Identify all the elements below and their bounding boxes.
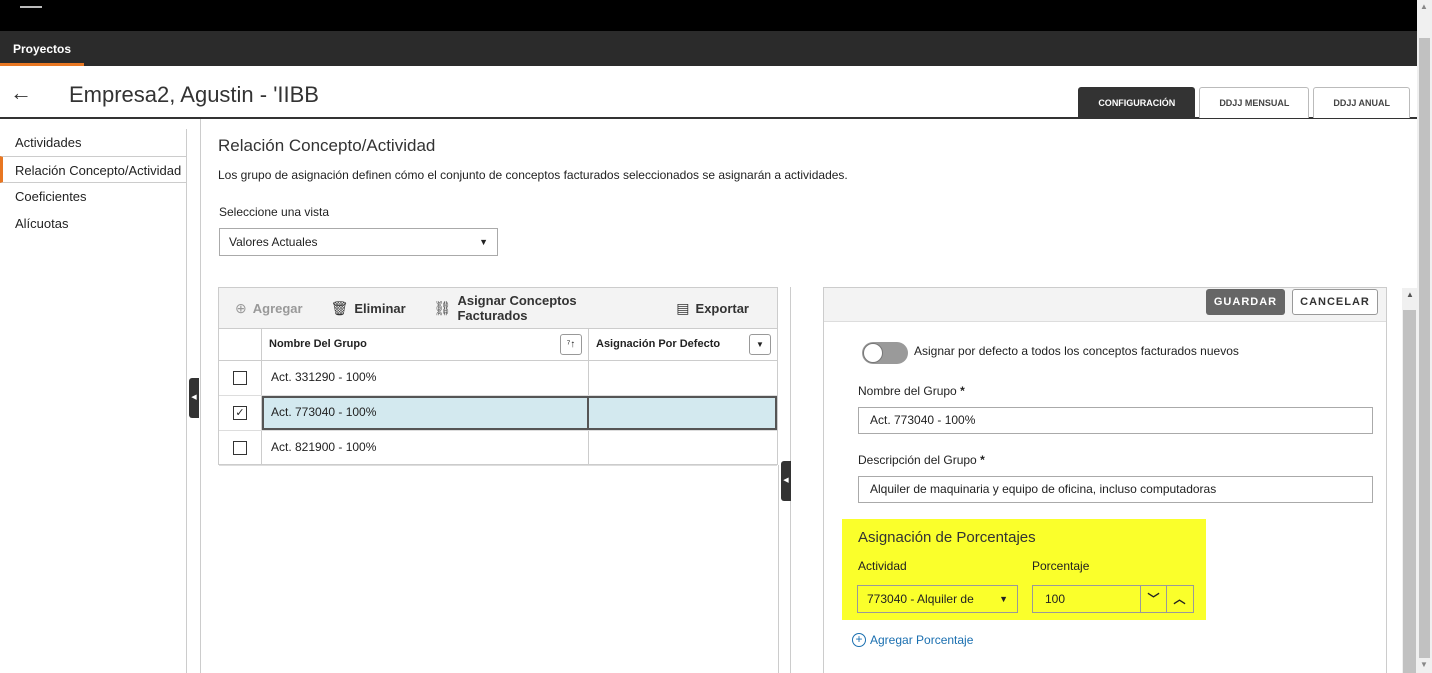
sidebar-item-actividades[interactable]: Actividades — [0, 129, 186, 156]
scroll-up-icon[interactable]: ▲ — [1420, 2, 1428, 11]
view-select-label: Seleccione una vista — [219, 205, 330, 219]
plus-circle-icon: + — [852, 633, 866, 647]
table-row[interactable]: ✓ Act. 773040 - 100% — [219, 396, 777, 431]
grid-header: Nombre Del Grupo ⁷↑ Asignación Por Defec… — [219, 328, 777, 361]
row-select-cell — [219, 361, 262, 395]
assign-concepts-button[interactable]: ⛓ Asignar Conceptos Facturados — [434, 293, 649, 323]
add-button[interactable]: ⊕ Agregar — [235, 300, 303, 317]
add-percentage-label: Agregar Porcentaje — [870, 633, 974, 647]
divider — [778, 465, 779, 673]
hamburger-menu-icon[interactable] — [20, 2, 42, 16]
view-select-value: Valores Actuales — [229, 235, 318, 249]
link-icon: ⛓ — [433, 299, 452, 316]
default-assign-toggle[interactable] — [862, 342, 908, 364]
assign-concepts-label: Asignar Conceptos Facturados — [457, 293, 577, 323]
window-scrollbar[interactable]: ▲ ▼ — [1417, 0, 1432, 673]
activity-select[interactable]: 773040 - Alquiler de ▼ — [857, 585, 1018, 613]
divider — [200, 119, 201, 673]
tab-ddjj-anual[interactable]: DDJJ ANUAL — [1313, 87, 1410, 118]
group-description-label-text: Descripción del Grupo — [858, 453, 977, 467]
cancel-button[interactable]: CANCELAR — [1292, 289, 1378, 315]
percentage-assignment-section: Asignación de Porcentajes Actividad Porc… — [842, 519, 1206, 620]
excel-icon: ▤ — [676, 299, 690, 316]
row-checkbox[interactable] — [233, 371, 247, 385]
group-name-cell[interactable]: Act. 773040 - 100% — [262, 396, 589, 430]
activity-select-value: 773040 - Alquiler de — [867, 592, 974, 606]
tab-projects[interactable]: Proyectos — [0, 31, 85, 66]
default-assignment-cell[interactable] — [589, 431, 777, 465]
view-select[interactable]: Valores Actuales ▼ — [219, 228, 498, 256]
column-menu-icon[interactable]: ▼ — [749, 334, 771, 355]
add-percentage-link[interactable]: + Agregar Porcentaje — [852, 633, 973, 647]
export-button-label: Exportar — [695, 300, 749, 316]
back-arrow-icon[interactable]: ← — [10, 80, 32, 106]
row-checkbox[interactable] — [233, 441, 247, 455]
row-select-cell — [219, 431, 262, 465]
save-button[interactable]: GUARDAR — [1206, 289, 1285, 315]
select-column-header — [219, 329, 262, 360]
page-title: Empresa2, Agustin - 'IIBB — [69, 82, 319, 107]
grid-toolbar: ⊕ Agregar 🗑 Eliminar ⛓ Asignar Conceptos Fa… — [219, 288, 777, 328]
plus-circle-icon: ⊕ — [235, 299, 247, 316]
percent-label: Porcentaje — [1032, 559, 1090, 573]
percentage-section-title: Asignación de Porcentajes — [858, 529, 1036, 546]
group-description-input[interactable]: Alquiler de maquinaria y equipo de ofici… — [858, 476, 1373, 503]
delete-button[interactable]: 🗑 Eliminar — [331, 300, 406, 317]
toggle-knob — [863, 343, 883, 363]
caret-down-icon: ▼ — [999, 594, 1008, 604]
sort-icon[interactable]: ⁷↑ — [560, 334, 582, 355]
toggle-label: Asignar por defecto a todos los concepto… — [914, 344, 1239, 358]
group-name-input[interactable]: Act. 773040 - 100% — [858, 407, 1373, 434]
app-topbar — [0, 0, 1417, 31]
scrollbar-thumb[interactable] — [1419, 38, 1430, 658]
detail-toolbar: GUARDAR CANCELAR — [824, 288, 1386, 322]
trash-icon: 🗑 — [330, 299, 349, 316]
projects-bar: Proyectos — [0, 31, 1417, 66]
activity-label: Actividad — [858, 559, 907, 573]
table-row[interactable]: Act. 821900 - 100% — [219, 431, 777, 466]
chevron-up-icon[interactable]: ︿ — [1166, 586, 1192, 612]
collapse-grid-handle[interactable]: ◀ — [781, 461, 791, 501]
chevron-down-icon[interactable]: ﹀ — [1140, 586, 1166, 612]
delete-button-label: Eliminar — [354, 300, 406, 316]
group-description-label: Descripción del Grupo * — [858, 453, 985, 467]
tab-ddjj-mensual[interactable]: DDJJ MENSUAL — [1199, 87, 1310, 118]
scroll-down-icon[interactable]: ▼ — [1420, 660, 1428, 669]
group-name-cell[interactable]: Act. 821900 - 100% — [262, 431, 589, 465]
sidebar: Actividades Relación Concepto/Actividad … — [0, 129, 187, 673]
scrollbar-thumb[interactable] — [1403, 310, 1416, 673]
group-name-label-text: Nombre del Grupo — [858, 384, 957, 398]
row-checkbox[interactable]: ✓ — [233, 406, 247, 420]
sidebar-item-relacion-concepto-actividad[interactable]: Relación Concepto/Actividad — [0, 156, 186, 183]
header-tabs: CONFIGURACIÓN DDJJ MENSUAL DDJJ ANUAL — [1078, 87, 1410, 118]
collapse-sidebar-handle[interactable]: ◀ — [189, 378, 199, 418]
column-header-nombre[interactable]: Nombre Del Grupo ⁷↑ — [262, 329, 589, 360]
column-header-label: Nombre Del Grupo — [269, 338, 367, 350]
caret-down-icon: ▼ — [479, 237, 488, 247]
detail-panel: GUARDAR CANCELAR Asignar por defecto a t… — [823, 287, 1387, 673]
percent-stepper[interactable]: 100 ﹀ ︿ — [1032, 585, 1194, 613]
default-assignment-cell[interactable] — [589, 361, 777, 395]
groups-grid: ⊕ Agregar 🗑 Eliminar ⛓ Asignar Conceptos Fa… — [218, 287, 778, 466]
scroll-up-icon[interactable]: ▲ — [1406, 290, 1414, 299]
page-header: ← Empresa2, Agustin - 'IIBB CONFIGURACIÓ… — [0, 66, 1417, 119]
table-row[interactable]: Act. 331290 - 100% — [219, 361, 777, 396]
group-name-cell[interactable]: Act. 331290 - 100% — [262, 361, 589, 395]
group-name-label: Nombre del Grupo * — [858, 384, 965, 398]
percent-value: 100 — [1045, 592, 1066, 606]
column-header-asignacion[interactable]: Asignación Por Defecto ▼ — [589, 329, 777, 360]
row-select-cell: ✓ — [219, 396, 262, 430]
sidebar-item-alicuotas[interactable]: Alícuotas — [0, 210, 186, 237]
export-button[interactable]: ▤ Exportar — [676, 300, 749, 317]
sidebar-item-coeficientes[interactable]: Coeficientes — [0, 183, 186, 210]
add-button-label: Agregar — [252, 300, 303, 316]
required-mark: * — [980, 453, 985, 467]
section-title: Relación Concepto/Actividad — [218, 136, 436, 155]
tab-configuracion[interactable]: CONFIGURACIÓN — [1078, 87, 1196, 118]
default-assignment-cell[interactable] — [589, 396, 777, 430]
section-description: Los grupo de asignación definen cómo el … — [218, 168, 848, 182]
column-header-label: Asignación Por Defecto — [596, 338, 721, 350]
detail-scrollbar[interactable]: ▲ — [1402, 288, 1417, 673]
required-mark: * — [960, 384, 965, 398]
